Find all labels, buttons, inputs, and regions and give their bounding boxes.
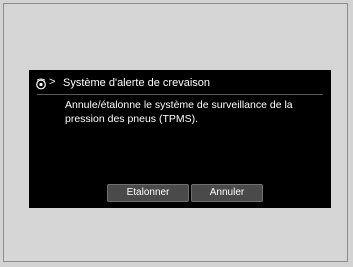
- tpms-dialog-screen: > Système d'alerte de crevaison Annule/é…: [29, 70, 331, 208]
- dialog-message: Annule/étalonne le système de surveillan…: [65, 99, 293, 125]
- cancel-button[interactable]: Annuler: [191, 184, 263, 202]
- dialog-title-bar: > Système d'alerte de crevaison: [29, 72, 331, 94]
- calibrate-button[interactable]: Etalonner: [107, 184, 189, 202]
- image-frame: > Système d'alerte de crevaison Annule/é…: [3, 3, 348, 262]
- title-divider: [37, 94, 323, 95]
- breadcrumb-chevron-icon: >: [49, 76, 56, 88]
- tire-pressure-icon: [35, 77, 47, 90]
- tire-pressure-icon-graphic: [36, 78, 46, 90]
- dialog-title: Système d'alerte de crevaison: [63, 77, 211, 89]
